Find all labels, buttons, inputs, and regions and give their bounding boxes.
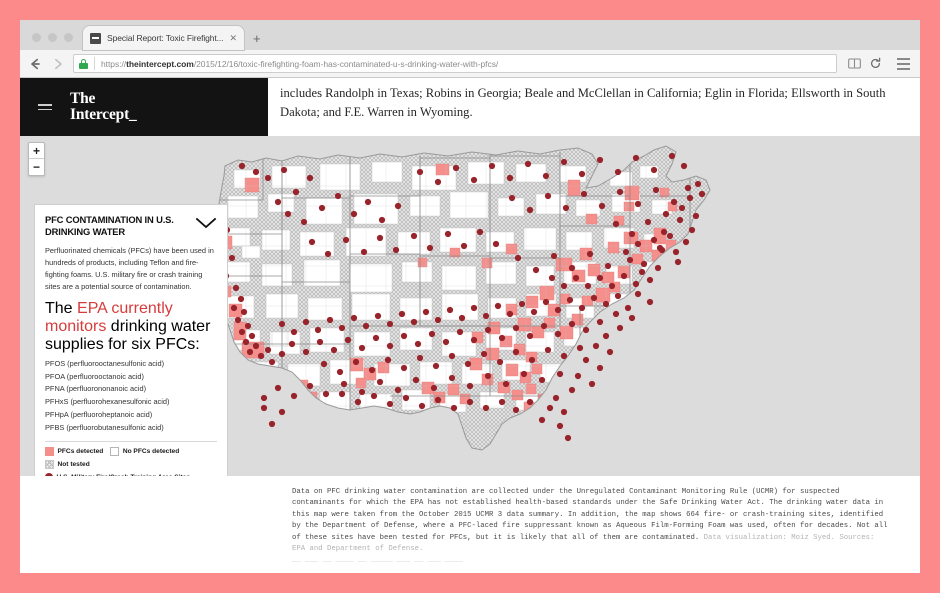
hamburger-menu-icon[interactable] [893, 54, 913, 73]
monitors-prefix: The [45, 300, 78, 317]
page-viewport: The Intercept_ includes Randolph in Texa… [20, 78, 920, 573]
close-window-dot[interactable] [32, 33, 41, 42]
legend-key-detected: PFCs detected [45, 447, 104, 457]
url-divider [94, 57, 95, 70]
military-site-dot-icon [45, 473, 53, 476]
chevron-down-icon[interactable] [195, 214, 217, 234]
list-item: PFHpA (perfluoroheptanoic acid) [45, 409, 153, 419]
map-base-layer [208, 146, 710, 450]
tab-strip: Special Report: Toxic Firefight... ✕ + [20, 20, 920, 50]
legend-monitors-paragraph: The EPA currently monitors drinking wate… [45, 300, 217, 354]
legend-header: PFC CONTAMINATION IN U.S. DRINKING WATER [45, 214, 217, 238]
legend-key-label: No PFCs detected [122, 448, 180, 456]
none-detected-swatch-icon [110, 447, 120, 457]
legend-key-list: PFCs detected No PFCs detected Not teste… [45, 447, 217, 476]
legend-title: PFC CONTAMINATION IN U.S. DRINKING WATER [45, 214, 174, 238]
forward-arrow-icon[interactable] [50, 56, 65, 71]
legend-key-label: U.S. Military Fire/Crash Training Area S… [57, 474, 191, 476]
reader-view-icon[interactable] [845, 54, 864, 73]
browser-tab[interactable]: Special Report: Toxic Firefight... ✕ [83, 26, 244, 50]
map-caption-block: Data on PFC drinking water contamination… [20, 476, 920, 569]
map-zoom-out-button[interactable]: − [29, 159, 44, 175]
maximize-window-dot[interactable] [64, 33, 73, 42]
legend-description: Perfluorinated chemicals (PFCs) have bee… [45, 246, 214, 292]
legend-key-label: PFCs detected [57, 448, 104, 456]
map-legend-panel: PFC CONTAMINATION IN U.S. DRINKING WATER… [34, 204, 228, 476]
padlock-icon [79, 58, 88, 69]
caption-text: Data on PFC drinking water contamination… [292, 487, 890, 555]
site-header: The Intercept_ includes Randolph in Texa… [20, 78, 920, 136]
legend-key-not-tested: Not tested [45, 460, 90, 470]
tab-title: Special Report: Toxic Firefight... [107, 33, 224, 43]
detected-swatch-icon [45, 447, 54, 457]
map-container[interactable]: + − PFC CONTAMINATION IN U.S. DRINKING W… [20, 136, 920, 476]
tab-favicon-icon [90, 32, 101, 44]
new-tab-button[interactable]: + [244, 32, 270, 50]
close-tab-icon[interactable]: ✕ [229, 33, 237, 43]
url-text: https://theintercept.com/2015/12/16/toxi… [101, 59, 498, 69]
browser-window: Special Report: Toxic Firefight... ✕ + h… [20, 20, 920, 573]
navigation-bar: https://theintercept.com/2015/12/16/toxi… [20, 50, 920, 78]
map-zoom-in-button[interactable]: + [29, 143, 44, 159]
legend-divider [45, 441, 217, 443]
url-address-field[interactable]: https://theintercept.com/2015/12/16/toxi… [73, 54, 837, 73]
map-zoom-control[interactable]: + − [28, 142, 45, 176]
site-brand-bar: The Intercept_ [20, 78, 268, 136]
back-arrow-icon[interactable] [27, 56, 42, 71]
reload-icon[interactable] [866, 54, 885, 73]
url-path: /2015/12/16/toxic-firefighting-foam-has-… [193, 58, 499, 69]
site-logo-line1: The [70, 89, 96, 107]
caption-credit: Data visualization: Moiz Syed. [703, 533, 835, 542]
legend-key-military-sites: U.S. Military Fire/Crash Training Area S… [45, 473, 217, 476]
list-item: PFHxS (perfluorohexanesulfonic acid) [45, 397, 170, 407]
list-item: PFOA (perfluorooctanoic acid) [45, 371, 144, 381]
url-domain: theintercept.com [126, 58, 194, 69]
list-item: PFOS (perfluorooctanesulfonic acid) [45, 359, 165, 368]
caption-cut-off-line: —— ——— —— ———— —— ————— ——— —— ——— ———— [292, 558, 463, 567]
list-item: PFNA (perfluorononanoic acid) [45, 384, 147, 394]
site-logo-line2: Intercept_ [70, 106, 137, 123]
window-traffic-lights [28, 33, 83, 50]
not-tested-swatch-icon [45, 460, 54, 470]
pfc-list: PFOS (perfluorooctanesulfonic acid) PFOA… [45, 358, 217, 434]
url-prefix: https:// [101, 58, 127, 69]
nav-right-controls [845, 54, 913, 73]
minimize-window-dot[interactable] [48, 33, 57, 42]
legend-key-none-detected: No PFCs detected [110, 447, 180, 457]
article-intro-paragraph: includes Randolph in Texas; Robins in Ge… [280, 86, 886, 120]
site-logo[interactable]: The Intercept_ [70, 89, 137, 124]
legend-key-label: Not tested [57, 461, 90, 469]
list-item: PFBS (perfluorobutanesulfonic acid) [45, 422, 164, 432]
site-nav-hamburger-icon[interactable] [38, 104, 52, 110]
